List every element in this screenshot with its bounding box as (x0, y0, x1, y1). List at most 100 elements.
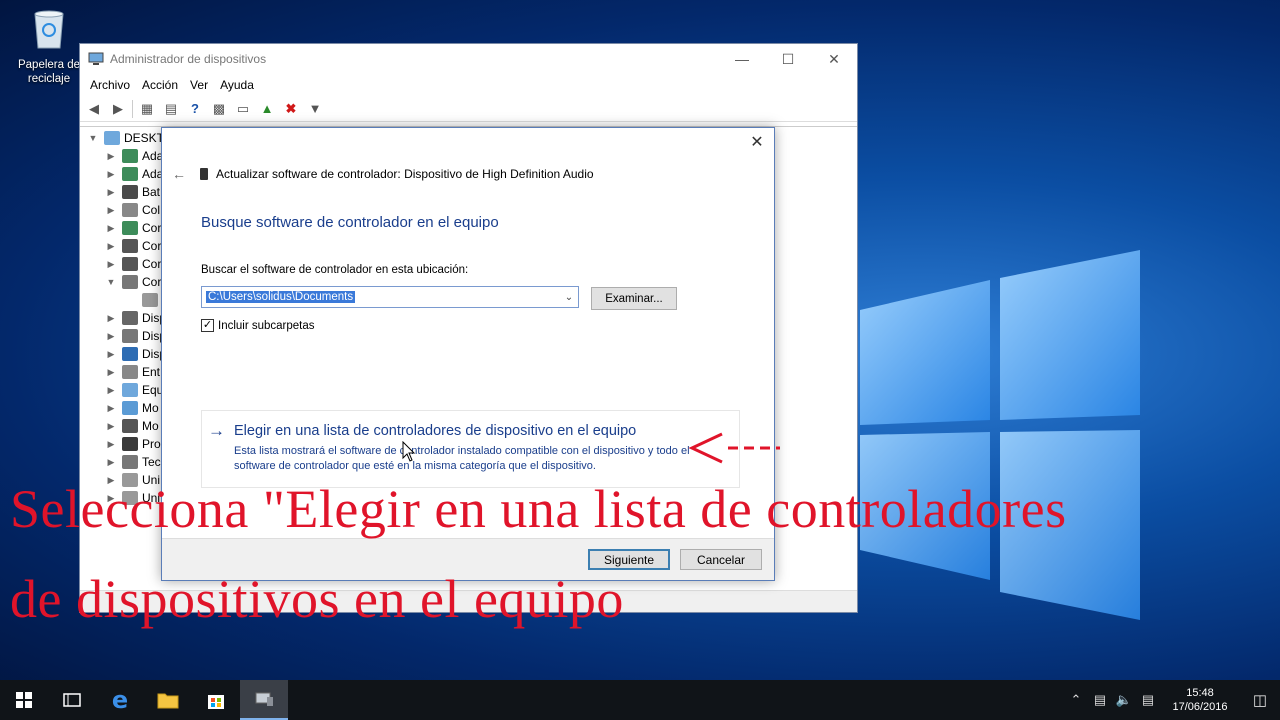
include-subfolders-checkbox[interactable]: ✓ (201, 319, 214, 332)
tree-item[interactable]: ▶ Ada (104, 165, 163, 183)
system-tray: ⌃ ▤ 🔈 ▤ 15:48 17/06/2016 ◫ (1064, 680, 1280, 720)
dialog-header: ← Actualizar software de controlador: Di… (172, 166, 594, 182)
usb-controller-icon (122, 239, 138, 253)
tree-item[interactable]: ▶ Bat (104, 183, 160, 201)
expand-chevron-icon[interactable]: ▶ (104, 367, 118, 378)
collapse-chevron-icon[interactable]: ▼ (104, 277, 118, 287)
clock[interactable]: 15:48 17/06/2016 (1160, 686, 1240, 714)
tree-item[interactable]: ▶ Ent (104, 363, 160, 381)
back-arrow-icon[interactable]: ← (172, 166, 186, 182)
expand-chevron-icon[interactable]: ▶ (104, 439, 118, 450)
recycle-bin-icon (34, 10, 64, 49)
tree-item[interactable]: ▼ Cor (104, 273, 161, 291)
tree-item[interactable]: ▶ Ada (104, 147, 163, 165)
chevron-up-icon[interactable]: ⌃ (1064, 692, 1088, 708)
tree-item[interactable]: ▶ Cor (104, 255, 161, 273)
tree-view-icon[interactable]: ▦ (137, 99, 157, 119)
store-icon (208, 695, 224, 709)
location-value[interactable]: C:\Users\solidus\Documents (204, 290, 357, 304)
collapse-chevron-icon[interactable]: ▼ (86, 133, 100, 143)
red-arrow-annotation (688, 432, 780, 464)
expand-chevron-icon[interactable]: ▶ (104, 349, 118, 360)
expand-chevron-icon[interactable]: ▶ (104, 205, 118, 216)
menu-accion[interactable]: Acción (136, 78, 184, 92)
tree-item[interactable]: ▶ Cor (104, 219, 161, 237)
device-manager-title: Administrador de dispositivos (110, 52, 267, 66)
edge-button[interactable]: e (96, 680, 144, 720)
pick-from-list-option[interactable]: → Elegir en una lista de controladores d… (201, 410, 740, 488)
menu-ver[interactable]: Ver (184, 78, 214, 92)
audio-device-icon (200, 168, 208, 180)
expand-chevron-icon[interactable]: ▶ (104, 187, 118, 198)
volume-icon[interactable]: 🔈 (1112, 692, 1136, 708)
display-adapter-icon (122, 167, 138, 181)
device-manager-taskbar-button[interactable] (240, 680, 288, 720)
tree-item[interactable]: ▶ Pro (104, 435, 161, 453)
expand-chevron-icon[interactable]: ▶ (104, 169, 118, 180)
cancel-button[interactable]: Cancelar (680, 549, 762, 570)
tree-item[interactable]: ▶ Tec (104, 453, 161, 471)
uninstall-icon[interactable]: ✖ (281, 99, 301, 119)
update-driver-icon[interactable]: ▲ (257, 99, 277, 119)
minimize-button[interactable]: — (719, 44, 765, 74)
menu-archivo[interactable]: Archivo (84, 78, 136, 92)
monitor-icon (122, 401, 138, 415)
disk-drive-icon (122, 311, 138, 325)
bus-controller-icon (122, 257, 138, 271)
mouse-cursor-icon (402, 441, 416, 462)
expand-chevron-icon[interactable]: ▶ (104, 457, 118, 468)
properties-icon[interactable]: ▤ (161, 99, 181, 119)
system-device-icon (122, 347, 138, 361)
tree-item[interactable]: ▶ Col (104, 201, 160, 219)
tree-item[interactable]: ▶ Disp (104, 345, 166, 363)
scan-hardware-icon[interactable]: ▭ (233, 99, 253, 119)
tree-item[interactable]: ▶ Disp (104, 327, 166, 345)
edge-browser-icon: e (111, 686, 129, 714)
expand-chevron-icon[interactable]: ▶ (104, 331, 118, 342)
include-subfolders-label: Incluir subcarpetas (218, 319, 315, 332)
disable-device-icon[interactable]: ▼ (305, 99, 325, 119)
expand-chevron-icon[interactable]: ▶ (104, 313, 118, 324)
pick-from-list-title[interactable]: Elegir en una lista de controladores de … (234, 423, 636, 439)
chevron-down-icon[interactable]: ⌄ (560, 292, 578, 303)
dialog-close-icon[interactable]: ✕ (748, 134, 766, 152)
maximize-button[interactable]: ☐ (765, 44, 811, 74)
task-view-button[interactable] (48, 680, 96, 720)
toolbar-separator (132, 99, 133, 118)
tree-item[interactable]: ▶ Equ (104, 381, 163, 399)
mouse-icon (122, 419, 138, 433)
tree-item[interactable]: ▶ Cor (104, 237, 161, 255)
tree-item[interactable]: ▶ Mo (104, 399, 159, 417)
expand-chevron-icon[interactable]: ▶ (104, 223, 118, 234)
network-icon[interactable]: ▤ (1088, 692, 1112, 708)
tree-item[interactable]: ▶ Disp (104, 309, 166, 327)
input-method-icon[interactable]: ▤ (1136, 692, 1160, 708)
dialog-title: Busque software de controlador en el equ… (201, 214, 499, 231)
recycle-bin-shortcut[interactable]: Papelera de reciclaje (14, 8, 84, 86)
expand-chevron-icon[interactable]: ▶ (104, 241, 118, 252)
expand-chevron-icon[interactable]: ▶ (104, 421, 118, 432)
audio-device-icon (142, 293, 158, 307)
close-window-button[interactable]: ✕ (811, 44, 857, 74)
store-button[interactable] (192, 680, 240, 720)
expand-chevron-icon[interactable]: ▶ (104, 385, 118, 396)
expand-chevron-icon[interactable]: ▶ (104, 259, 118, 270)
include-subfolders-row[interactable]: ✓ Incluir subcarpetas (201, 319, 315, 332)
expand-chevron-icon[interactable]: ▶ (104, 403, 118, 414)
windows-start-icon (16, 692, 32, 708)
file-explorer-button[interactable] (144, 680, 192, 720)
location-combobox[interactable]: C:\Users\solidus\Documents ⌄ (201, 286, 579, 308)
tree-item[interactable] (124, 291, 162, 309)
menu-ayuda[interactable]: Ayuda (214, 78, 260, 92)
tree-item[interactable]: ▶ Mo (104, 417, 159, 435)
view-icon[interactable]: ▩ (209, 99, 229, 119)
browse-button[interactable]: Examinar... (591, 287, 677, 310)
help-icon[interactable]: ? (185, 99, 205, 119)
notification-icon[interactable]: ◫ (1240, 691, 1280, 709)
back-arrow-icon[interactable]: ◀ (84, 99, 104, 119)
expand-chevron-icon[interactable]: ▶ (104, 151, 118, 162)
clock-time: 15:48 (1186, 687, 1214, 699)
next-button[interactable]: Siguiente (588, 549, 670, 570)
forward-arrow-icon[interactable]: ▶ (108, 99, 128, 119)
start-button[interactable] (0, 680, 48, 720)
